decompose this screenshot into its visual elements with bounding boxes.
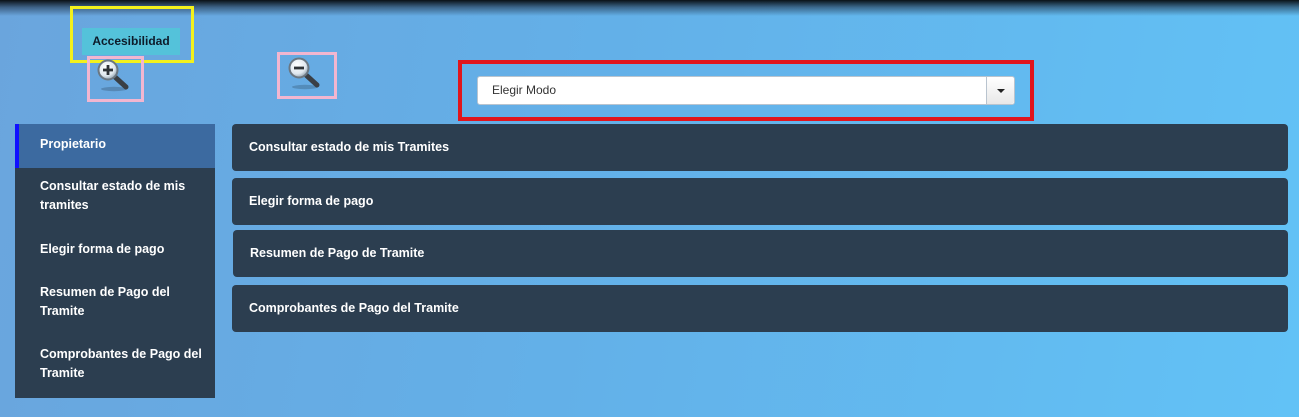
mode-select-value: Elegir Modo <box>492 83 557 97</box>
sidebar: Propietario Consultar estado de mis tram… <box>15 124 215 398</box>
panel-elegir-forma-de-pago[interactable]: Elegir forma de pago <box>232 178 1288 225</box>
mode-select[interactable]: Elegir Modo <box>477 76 1015 105</box>
panel-title: Comprobantes de Pago del Tramite <box>249 301 459 315</box>
zoom-out-icon[interactable] <box>287 56 321 90</box>
sidebar-item-label: Elegir forma de pago <box>40 242 165 256</box>
sidebar-item-propietario[interactable]: Propietario <box>15 124 215 168</box>
sidebar-item-label: Resumen de Pago del Tramite <box>40 285 170 318</box>
sidebar-item-label: Propietario <box>40 137 106 151</box>
sidebar-item-label: Consultar estado de mis tramites <box>40 179 186 212</box>
zoom-in-icon[interactable] <box>96 58 130 92</box>
chevron-down-icon[interactable] <box>986 77 1014 104</box>
sidebar-item-elegir-forma-de-pago[interactable]: Elegir forma de pago <box>15 240 215 259</box>
sidebar-item-resumen-de-pago[interactable]: Resumen de Pago del Tramite <box>15 283 215 321</box>
accessibility-button[interactable]: Accesibilidad <box>82 28 180 55</box>
sidebar-item-comprobantes-de-pago[interactable]: Comprobantes de Pago del Tramite <box>15 345 215 383</box>
panel-comprobantes-de-pago[interactable]: Comprobantes de Pago del Tramite <box>232 285 1288 332</box>
sidebar-item-label: Comprobantes de Pago del Tramite <box>40 347 202 380</box>
top-shadow <box>0 0 1299 16</box>
panel-title: Consultar estado de mis Tramites <box>249 140 450 154</box>
panel-consultar-estado[interactable]: Consultar estado de mis Tramites <box>232 124 1288 171</box>
panel-title: Resumen de Pago de Tramite <box>250 246 425 260</box>
panel-resumen-de-pago[interactable]: Resumen de Pago de Tramite <box>233 230 1288 277</box>
sidebar-item-consultar-estado[interactable]: Consultar estado de mis tramites <box>15 177 215 215</box>
panel-title: Elegir forma de pago <box>249 194 374 208</box>
